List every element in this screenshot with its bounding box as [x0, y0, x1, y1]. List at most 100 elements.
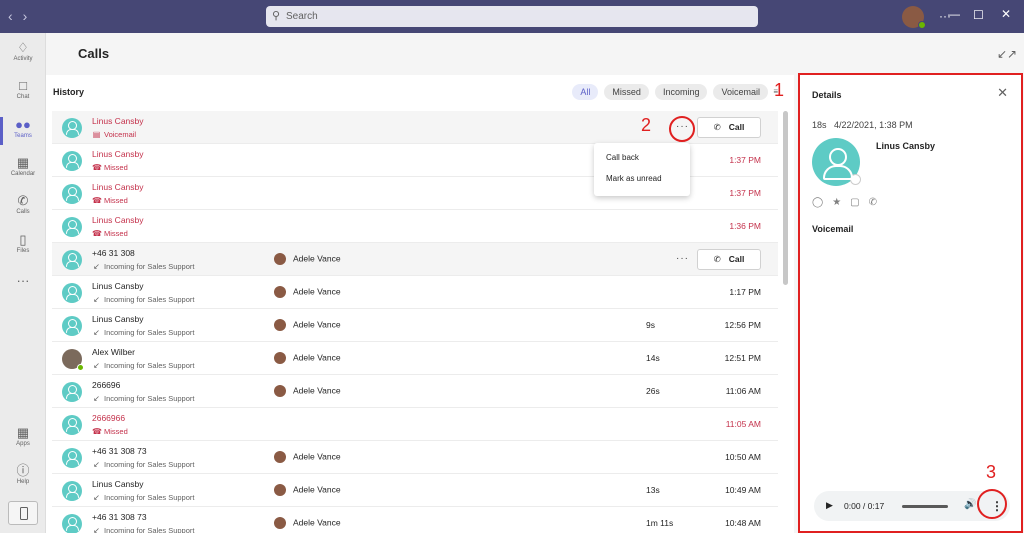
title-bar: ‹› ⚲ Search ··· — ☐ ✕ — [0, 0, 1024, 33]
phone-icon: ✆ — [713, 254, 721, 264]
table-row[interactable]: Alex Wilber ↙ Incoming for Sales Support Ad… — [52, 342, 778, 375]
call-duration: 9s — [646, 320, 655, 330]
table-row[interactable]: 2666966 ☎ Missed 11:05 AM — [52, 408, 778, 441]
table-row[interactable]: Linus Cansby ↙ Incoming for Sales Support A… — [52, 276, 778, 309]
contact-name: Linus Cansby — [876, 141, 936, 151]
call-type: ☎ Missed — [92, 196, 128, 205]
caller-name: 2666966 — [92, 413, 126, 423]
calendar-icon: ▦ — [16, 155, 30, 170]
call-time: 1:36 PM — [729, 221, 761, 231]
annotation-number: 1 — [774, 80, 785, 100]
missed-call-icon: ☎ — [92, 229, 102, 238]
call-button[interactable]: ✆ Call — [697, 249, 761, 270]
rail-calls[interactable]: ✆ Calls — [0, 193, 46, 215]
collapse-icon[interactable]: ↙↗ — [997, 47, 1017, 61]
player-time: 0:00 / 0:17 — [844, 501, 885, 511]
table-row[interactable]: 266696 ↙ Incoming for Sales Support Adele V… — [52, 375, 778, 408]
answered-by: Adele Vance — [274, 253, 341, 265]
table-row[interactable]: +46 31 308 73 ↙ Incoming for Sales Support… — [52, 507, 778, 533]
filter-all[interactable]: All — [572, 84, 599, 100]
more-options-icon[interactable]: ··· — [676, 253, 689, 264]
answered-by: Adele Vance — [274, 484, 341, 496]
minimize-icon[interactable]: — — [948, 7, 960, 21]
presence-icon — [77, 364, 84, 371]
avatar — [62, 151, 82, 171]
avatar — [62, 349, 84, 371]
profile-avatar[interactable] — [902, 6, 926, 29]
avatar — [62, 415, 82, 435]
search-icon: ⚲ — [272, 10, 281, 22]
back-icon[interactable]: ‹ — [8, 8, 23, 24]
play-icon[interactable]: ▶ — [826, 500, 833, 511]
table-row[interactable]: Linus Cansby ↙ Incoming for Sales Support A… — [52, 309, 778, 342]
menu-item-mark-unread[interactable]: Mark as unread — [606, 174, 662, 183]
rail-more[interactable]: ··· — [0, 273, 46, 289]
phone-icon: ✆ — [713, 122, 721, 132]
missed-call-icon: ☎ — [92, 163, 102, 172]
bell-icon: ♢ — [17, 40, 29, 55]
caller-name: Linus Cansby — [92, 116, 144, 126]
close-icon[interactable]: ✕ — [997, 85, 1008, 101]
volume-icon[interactable]: 🔊 — [964, 499, 976, 510]
contact-avatar — [812, 138, 861, 186]
history-title: History — [53, 87, 85, 97]
forward-icon[interactable]: › — [23, 8, 38, 24]
call-type: ↙ Incoming for Sales Support — [93, 361, 195, 370]
caller-name: Linus Cansby — [92, 215, 144, 225]
call-type: ↙ Incoming for Sales Support — [93, 460, 195, 469]
avatar — [274, 385, 286, 397]
maximize-icon[interactable]: ☐ — [973, 8, 984, 22]
org-chart-icon[interactable]: ★ — [832, 197, 841, 208]
call-button[interactable]: ✆ Call — [697, 117, 761, 138]
caller-name: Linus Cansby — [92, 149, 144, 159]
caller-name: Linus Cansby — [92, 479, 144, 489]
annotation-circle — [977, 489, 1007, 519]
filter-voicemail[interactable]: Voicemail — [713, 84, 768, 100]
call-type: ☎ Missed — [92, 163, 128, 172]
table-row[interactable]: +46 31 308 73 ↙ Incoming for Sales Support… — [52, 441, 778, 474]
rail-calendar[interactable]: ▦ Calendar — [0, 155, 46, 177]
avatar — [62, 448, 82, 468]
caller-name: Alex Wilber — [92, 347, 135, 357]
scrollbar[interactable] — [783, 111, 788, 285]
presence-icon — [850, 174, 861, 185]
device-phone-icon[interactable] — [8, 501, 38, 525]
call-type: ↙ Incoming for Sales Support — [93, 526, 195, 533]
chat-icon[interactable]: ◯ — [812, 197, 823, 208]
table-row[interactable]: Linus Cansby ☎ Missed 1:36 PM — [52, 210, 778, 243]
avatar — [274, 352, 286, 364]
history-filters: All Missed Incoming Voicemail — [572, 84, 768, 100]
call-duration: 18s — [812, 120, 827, 130]
phone-icon[interactable]: ✆ — [869, 197, 877, 208]
avatar — [274, 484, 286, 496]
rail-help[interactable]: ⓘ Help — [0, 463, 46, 485]
close-window-icon[interactable]: ✕ — [1001, 7, 1011, 21]
rail-teams[interactable]: ●● Teams — [0, 117, 46, 145]
rail-activity[interactable]: ♢ Activity — [0, 40, 46, 62]
caller-name: Linus Cansby — [92, 182, 144, 192]
call-type: ☎ Missed — [92, 427, 128, 436]
avatar — [62, 283, 82, 303]
rail-files[interactable]: ▯ Files — [0, 232, 46, 254]
table-row[interactable]: +46 31 308 ↙ Incoming for Sales Support Ade… — [52, 243, 778, 276]
nav-arrows[interactable]: ‹› — [8, 8, 37, 24]
incoming-call-icon: ↙ — [93, 526, 100, 533]
rail-chat[interactable]: □ Chat — [0, 78, 46, 100]
voicemail-icon: ▤ — [92, 130, 101, 139]
rail-apps[interactable]: ▦ Apps — [0, 425, 46, 447]
search-input[interactable]: ⚲ Search — [266, 6, 758, 27]
answered-by: Adele Vance — [274, 352, 341, 364]
table-row[interactable]: Linus Cansby ↙ Incoming for Sales Support A… — [52, 474, 778, 507]
video-icon[interactable]: ▢ — [850, 197, 859, 208]
answered-by: Adele Vance — [274, 385, 341, 397]
call-type: ▤ Voicemail — [92, 130, 137, 139]
menu-item-call-back[interactable]: Call back — [606, 153, 639, 162]
incoming-call-icon: ↙ — [93, 460, 100, 469]
filter-missed[interactable]: Missed — [604, 84, 649, 100]
help-icon: ⓘ — [16, 463, 30, 478]
call-duration: 14s — [646, 353, 660, 363]
call-time: 11:05 AM — [725, 419, 761, 429]
progress-track[interactable] — [902, 505, 948, 508]
filter-incoming[interactable]: Incoming — [654, 84, 708, 100]
phone-icon: ✆ — [17, 193, 29, 208]
